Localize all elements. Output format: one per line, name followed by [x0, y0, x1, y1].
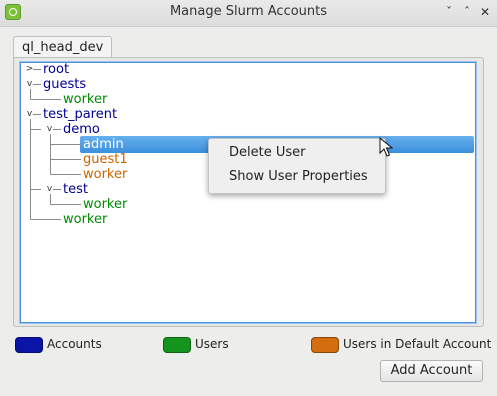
add-account-button[interactable]: Add Account	[380, 360, 483, 382]
title-bar: Manage Slurm Accounts ˇ ˆ ✕	[0, 0, 497, 27]
tree-item-user[interactable]: worker	[63, 92, 107, 107]
collapse-arrow-icon[interactable]: v	[25, 80, 34, 89]
collapse-arrow-icon[interactable]: v	[45, 125, 54, 134]
tree-item-default-user[interactable]: guest1	[83, 152, 128, 167]
tab-cluster[interactable]: ql_head_dev	[13, 36, 113, 59]
default-users-color-swatch	[311, 337, 339, 353]
tree-item-user[interactable]: worker	[63, 212, 107, 227]
collapse-arrow-icon[interactable]: v	[25, 110, 34, 119]
window-title: Manage Slurm Accounts	[169, 4, 328, 19]
minimize-button[interactable]: ˇ	[441, 4, 457, 20]
context-menu: Delete User Show User Properties	[208, 138, 386, 194]
tree-item-user[interactable]: worker	[83, 197, 127, 212]
mouse-cursor-icon	[379, 137, 393, 157]
tree-item-user-selected[interactable]: admin	[83, 137, 124, 152]
default-users-legend-label: Users in Default Account	[343, 337, 492, 351]
show-user-properties-menu-item[interactable]: Show User Properties	[209, 165, 385, 189]
close-button[interactable]: ✕	[477, 4, 493, 20]
tree-item-account[interactable]: demo	[63, 122, 100, 137]
tree-item-account[interactable]: guests	[43, 77, 86, 92]
accounts-legend-label: Accounts	[47, 337, 102, 351]
collapse-arrow-icon[interactable]: v	[45, 185, 54, 194]
tree-item-account[interactable]: test	[63, 182, 88, 197]
accounts-color-swatch	[15, 337, 43, 353]
delete-user-menu-item[interactable]: Delete User	[209, 141, 385, 165]
tree-item-account[interactable]: test_parent	[43, 107, 117, 122]
users-color-swatch	[163, 337, 191, 353]
tree-item-default-user[interactable]: worker	[83, 167, 127, 182]
users-legend-label: Users	[195, 337, 229, 351]
tree-item-account[interactable]: root	[43, 62, 69, 77]
expand-arrow-icon[interactable]: >	[25, 65, 34, 74]
maximize-button[interactable]: ˆ	[459, 4, 475, 20]
